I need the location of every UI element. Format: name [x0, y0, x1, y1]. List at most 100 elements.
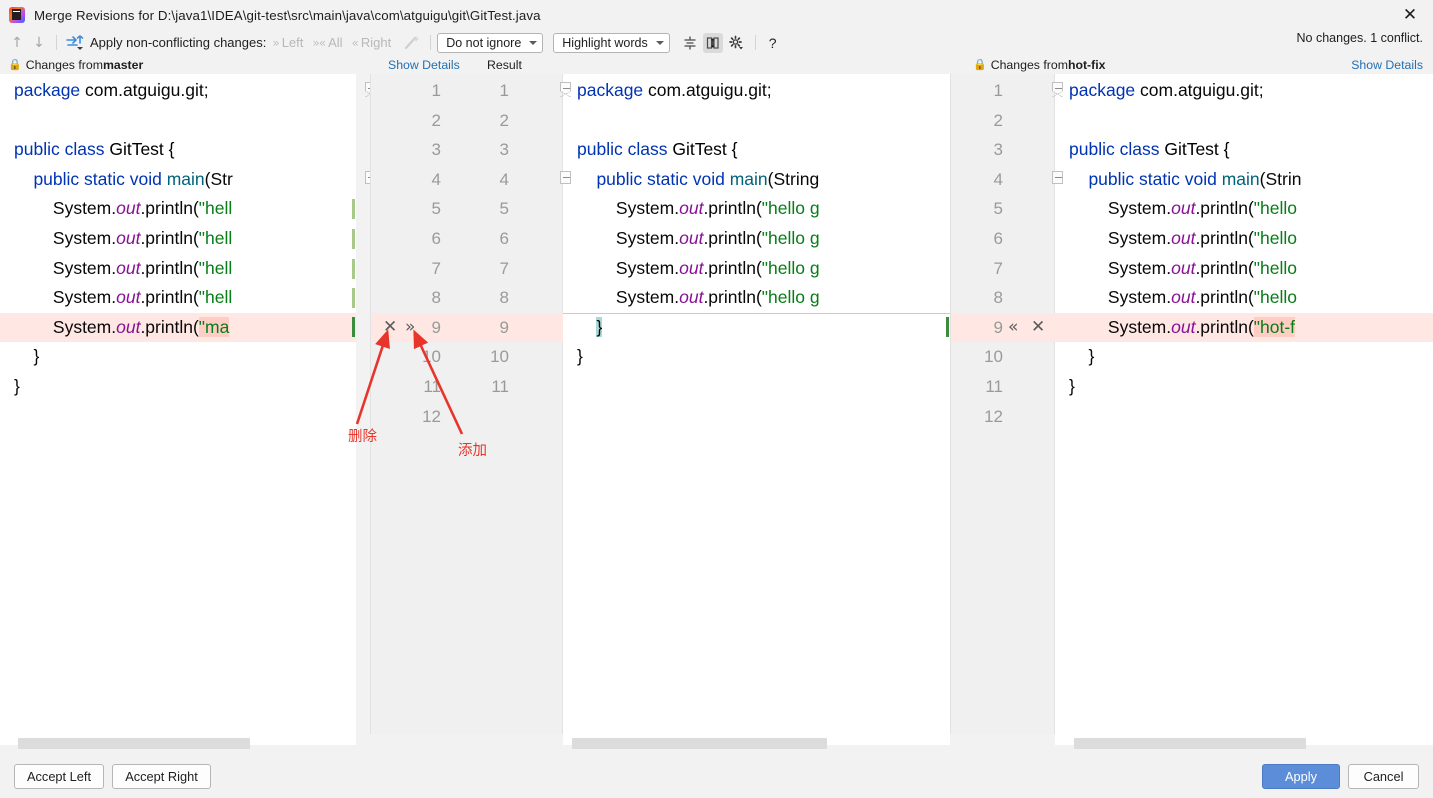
title-bar: Merge Revisions for D:\java1\IDEA\git-te…: [0, 0, 1433, 30]
window-title: Merge Revisions for D:\java1\IDEA\git-te…: [34, 7, 541, 23]
code-token: "hello g: [761, 287, 820, 308]
left-header-prefix: Changes from: [25, 57, 103, 72]
diff-chip: [352, 229, 355, 249]
line-number: 7: [499, 258, 509, 278]
annotation-add-label: 添加: [458, 443, 487, 459]
line-number: 6: [431, 228, 441, 248]
code-token: out: [1171, 257, 1196, 278]
line-number: 8: [993, 288, 1003, 308]
code-token: public static void: [596, 168, 730, 189]
reject-x-icon[interactable]: ✕: [1031, 313, 1045, 343]
code-token: }: [596, 316, 603, 337]
accept-left-chevrons-icon[interactable]: «: [1008, 313, 1018, 343]
diff-chip: [352, 259, 355, 279]
right-horizontal-scrollbar[interactable]: [1074, 738, 1306, 749]
code-token: out: [1171, 316, 1196, 337]
cancel-button[interactable]: Cancel: [1348, 764, 1419, 789]
fold-marker-method[interactable]: [560, 171, 571, 184]
code-token: "hell: [198, 198, 233, 219]
accept-right-button[interactable]: Accept Right: [112, 764, 211, 789]
code-token: out: [1171, 287, 1196, 308]
code-token: "hell: [198, 287, 233, 308]
line-number: 6: [993, 228, 1003, 248]
code-token: com.atguigu.git;: [85, 80, 209, 100]
result-horizontal-scrollbar[interactable]: [572, 738, 827, 749]
code-token: }: [577, 346, 583, 367]
right-editor-pane[interactable]: package com.atguigu.git; public class Gi…: [1055, 74, 1433, 734]
right-gutter[interactable]: 1 2 3 4 5 6 7 8 9 10 11 12 « ✕: [950, 74, 1056, 734]
diff-chip: [352, 317, 355, 337]
line-number: 9: [993, 317, 1003, 337]
code-line: package com.atguigu.git;: [577, 76, 820, 106]
lock-icon: 🔒: [8, 58, 22, 71]
code-token: System.: [1069, 198, 1172, 219]
code-token: .println(: [140, 198, 199, 219]
synchronize-scroll-icon[interactable]: [702, 32, 723, 53]
code-token: .println(: [703, 287, 762, 308]
next-difference-icon[interactable]: ↓: [28, 32, 50, 54]
left-editor-pane[interactable]: package com.atguigu.git; public class Gi…: [0, 74, 356, 734]
apply-non-conflicting-icon[interactable]: [63, 32, 85, 54]
highlight-policy-select[interactable]: Highlight words: [553, 32, 670, 53]
code-token: .println(: [140, 287, 199, 308]
code-token: com.atguigu.git;: [648, 80, 772, 100]
toolbar-divider-3: [754, 35, 756, 50]
result-editor-pane[interactable]: package com.atguigu.git; public class Gi…: [563, 74, 950, 734]
accept-left-button[interactable]: Accept Left: [14, 764, 104, 789]
left-code-text: package com.atguigu.git; public class Gi…: [14, 76, 233, 402]
code-token: }: [14, 375, 20, 396]
fold-marker-top[interactable]: [1052, 82, 1063, 97]
gear-icon[interactable]: [726, 33, 746, 53]
line-number: 10: [984, 347, 1003, 367]
chevron-both-icon: »«: [312, 35, 326, 50]
code-token: System.: [577, 198, 680, 219]
code-line: package com.atguigu.git;: [14, 76, 233, 106]
code-line: public class GitTest {: [577, 135, 820, 165]
accept-right-chevrons-icon[interactable]: »: [405, 313, 415, 343]
center-show-details-link[interactable]: Show Details: [388, 55, 460, 74]
chevron-down-icon: [655, 40, 664, 45]
apply-button[interactable]: Apply: [1262, 764, 1340, 789]
apply-all-label: All: [328, 35, 343, 50]
line-number: 5: [499, 199, 509, 219]
chevron-right-double-icon: »: [272, 35, 279, 50]
line-number: 4: [431, 169, 441, 189]
left-horizontal-scrollbar[interactable]: [18, 738, 250, 749]
apply-left-button[interactable]: » Left: [272, 35, 303, 50]
fold-marker-top[interactable]: [560, 82, 571, 97]
apply-all-button[interactable]: »« All: [312, 35, 342, 50]
result-label: Result: [487, 55, 522, 74]
line-number: 12: [984, 406, 1003, 426]
line-number: 11: [491, 376, 509, 396]
code-token: .println(: [703, 198, 762, 219]
code-token: System.: [14, 316, 117, 337]
merge-revisions-dialog: Merge Revisions for D:\java1\IDEA\git-te…: [0, 0, 1433, 798]
code-token: }: [1069, 346, 1095, 367]
code-token: System.: [14, 287, 117, 308]
code-token: (String: [767, 168, 820, 189]
line-number: 5: [993, 199, 1003, 219]
apply-right-button[interactable]: « Right: [352, 35, 392, 50]
collapse-unchanged-icon[interactable]: [680, 33, 700, 53]
line-number: 5: [431, 199, 441, 219]
center-gutter[interactable]: 1 2 3 4 5 6 7 8 9 10 11 12 1 2 3 4 5 6 7 8 9 10 11 ✕ »: [370, 74, 564, 734]
code-token: "hello: [1253, 257, 1297, 278]
code-token: .println(: [703, 227, 762, 248]
ignore-policy-select[interactable]: Do not ignore: [437, 32, 544, 53]
help-question-icon[interactable]: ?: [769, 35, 777, 51]
magic-resolve-icon[interactable]: [400, 32, 422, 54]
right-show-details-link[interactable]: Show Details: [1351, 55, 1423, 74]
line-number: 10: [490, 347, 509, 367]
code-token: System.: [1069, 316, 1172, 337]
close-icon[interactable]: ✕: [1387, 0, 1433, 30]
result-right-line-numbers: 1 2 3 4 5 6 7 8 9 10 11: [481, 76, 509, 402]
code-token: "hello g: [761, 198, 820, 219]
reject-x-icon[interactable]: ✕: [383, 313, 397, 343]
toolbar-divider-1: [56, 35, 57, 50]
code-line: }: [1069, 342, 1301, 372]
previous-difference-icon[interactable]: ↑: [6, 32, 28, 54]
fold-marker-method[interactable]: [1052, 171, 1063, 184]
